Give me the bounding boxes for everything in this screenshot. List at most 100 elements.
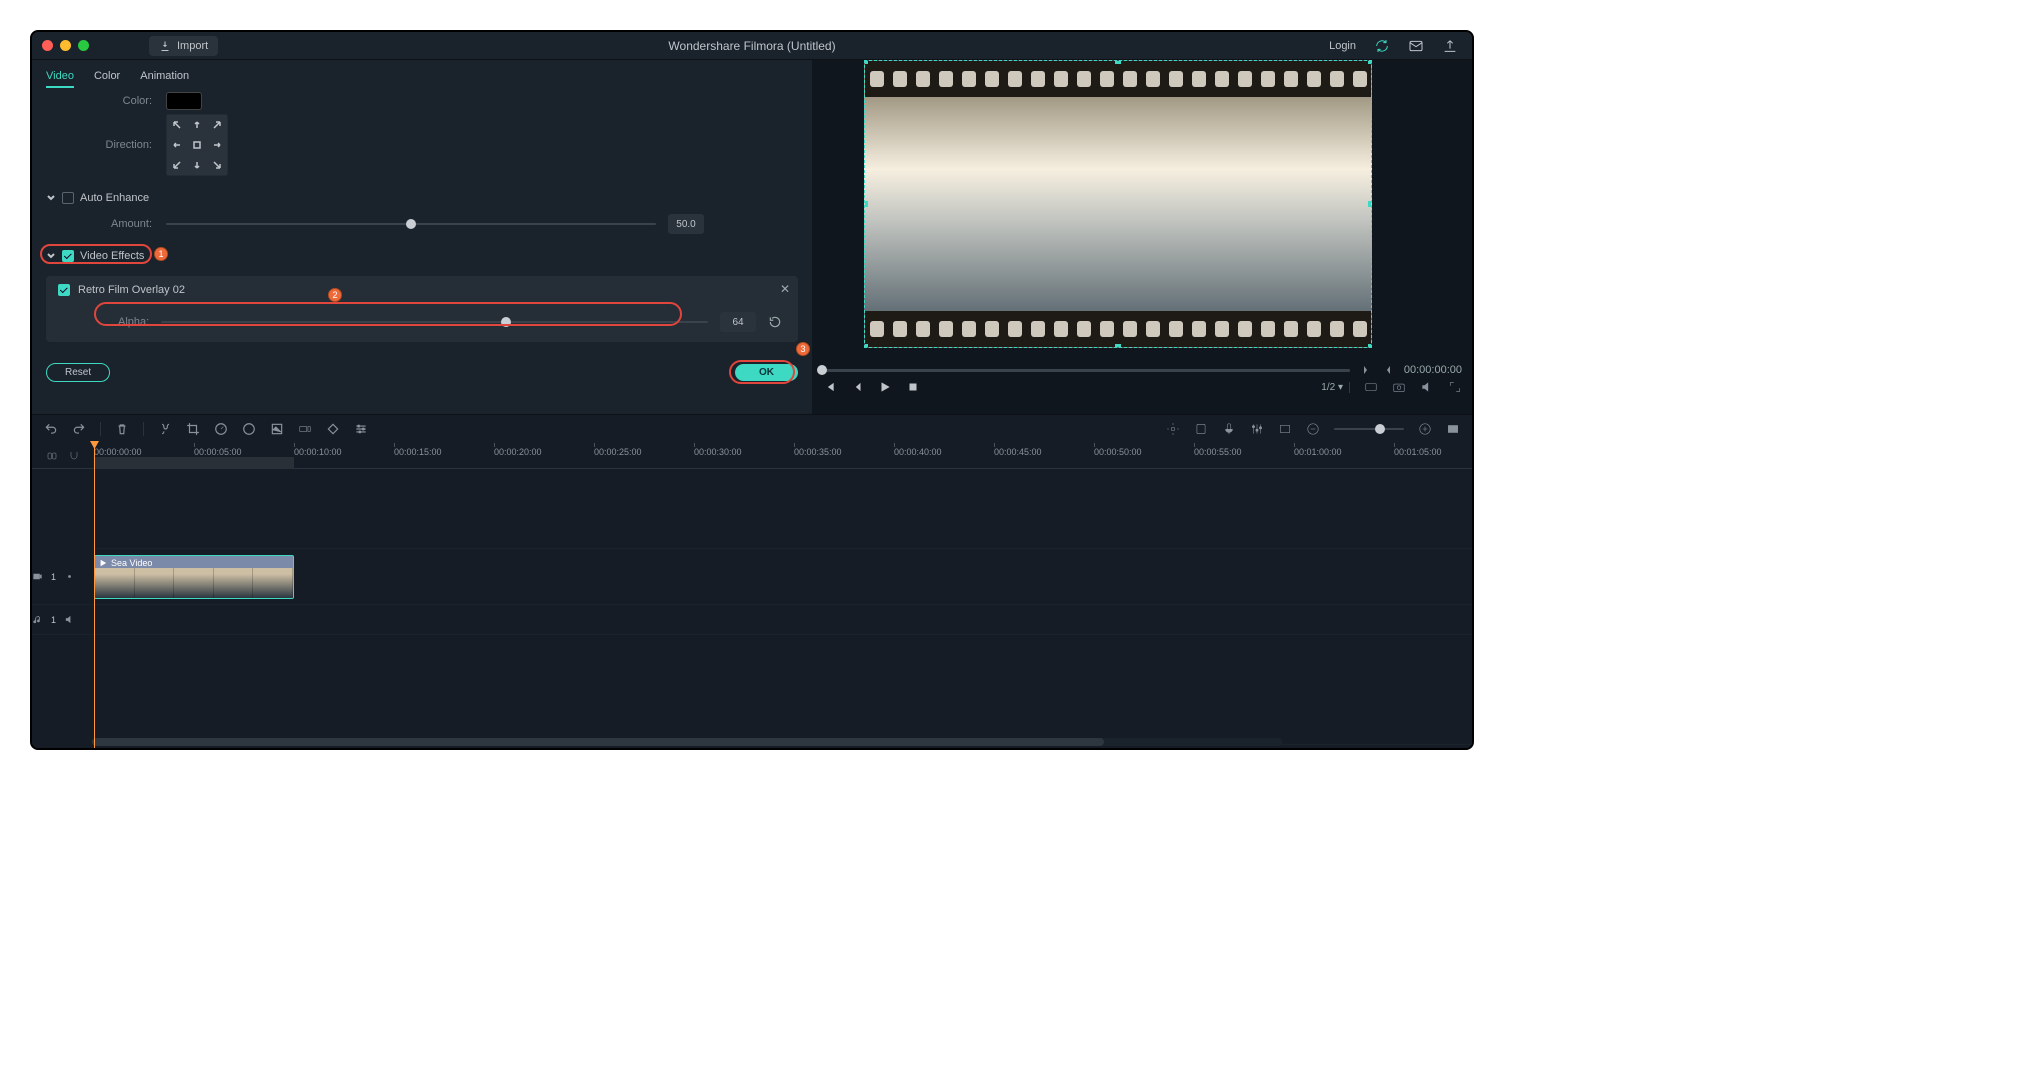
- amount-slider[interactable]: [166, 223, 656, 225]
- ruler-tick: 00:00:45:00: [994, 443, 1042, 457]
- mixer-icon[interactable]: [1250, 422, 1264, 436]
- dir-se[interactable]: [207, 155, 227, 175]
- direction-grid[interactable]: [166, 114, 228, 176]
- track-playhead[interactable]: [94, 469, 95, 748]
- tab-animation[interactable]: Animation: [140, 66, 189, 88]
- timeline-ruler[interactable]: 00:00:00:0000:00:05:0000:00:10:0000:00:1…: [32, 443, 1472, 469]
- ruler-area[interactable]: 00:00:00:0000:00:05:0000:00:10:0000:00:1…: [94, 443, 1472, 468]
- dir-ne[interactable]: [207, 115, 227, 135]
- ok-button[interactable]: OK: [735, 364, 798, 381]
- amount-label: Amount:: [46, 218, 166, 230]
- timeline-scrollbar[interactable]: [92, 738, 1282, 746]
- login-button[interactable]: Login: [1329, 40, 1356, 52]
- reset-alpha-icon[interactable]: [768, 315, 782, 329]
- film-sprocket-top: [865, 61, 1371, 97]
- quality-icon[interactable]: [1364, 380, 1378, 394]
- step-back-icon[interactable]: [822, 380, 836, 394]
- link-icon[interactable]: [46, 450, 58, 462]
- zoom-fit-icon[interactable]: [1446, 422, 1460, 436]
- tab-color[interactable]: Color: [94, 66, 120, 88]
- annotation-badge-3: 3: [796, 342, 810, 356]
- lock-icon[interactable]: [83, 571, 94, 582]
- auto-enhance-checkbox[interactable]: [62, 192, 74, 204]
- preview-timecode: 00:00:00:00: [1404, 364, 1462, 376]
- video-effects-checkbox[interactable]: [62, 250, 74, 262]
- frame-back-icon[interactable]: [850, 380, 864, 394]
- dir-nw[interactable]: [167, 115, 187, 135]
- dir-center[interactable]: [187, 135, 207, 155]
- crop-icon[interactable]: [186, 422, 200, 436]
- snapshot-icon[interactable]: [1392, 380, 1406, 394]
- window-controls: [42, 40, 89, 51]
- amount-value[interactable]: 50.0: [668, 214, 704, 234]
- video-track-head[interactable]: 1: [32, 549, 94, 605]
- fullscreen-icon[interactable]: [1448, 380, 1462, 394]
- play-icon[interactable]: [878, 380, 892, 394]
- undo-icon[interactable]: [44, 422, 58, 436]
- preview-canvas[interactable]: [812, 60, 1472, 360]
- tracks: 1 1 Sea Video: [32, 469, 1472, 748]
- mic-icon[interactable]: [1222, 422, 1236, 436]
- zoom-slider[interactable]: [1334, 428, 1404, 430]
- preview-ratio[interactable]: 1/2 ▾: [1315, 382, 1350, 393]
- dir-s[interactable]: [187, 155, 207, 175]
- effect-checkbox[interactable]: [58, 284, 70, 296]
- track-toggle-icon[interactable]: [1194, 422, 1208, 436]
- lock-icon[interactable]: [83, 614, 94, 625]
- adjust-icon[interactable]: [354, 422, 368, 436]
- redo-icon[interactable]: [72, 422, 86, 436]
- marker-icon[interactable]: [1166, 422, 1180, 436]
- mark-out-icon[interactable]: [1382, 364, 1394, 376]
- color-label: Color:: [46, 95, 166, 107]
- mail-icon[interactable]: [1408, 38, 1424, 54]
- ruler-tick: 00:00:40:00: [894, 443, 942, 457]
- speed-icon[interactable]: [214, 422, 228, 436]
- mark-in-icon[interactable]: [1360, 364, 1372, 376]
- dir-sw[interactable]: [167, 155, 187, 175]
- eye-icon[interactable]: [64, 571, 75, 582]
- alpha-value[interactable]: 64: [720, 312, 756, 332]
- preview-scrubber[interactable]: [822, 369, 1350, 372]
- speaker-icon[interactable]: [64, 614, 75, 625]
- inspector-tabs: Video Color Animation: [32, 60, 812, 88]
- ruler-tick: 00:01:05:00: [1394, 443, 1442, 457]
- dir-n[interactable]: [187, 115, 207, 135]
- zoom-window-icon[interactable]: [78, 40, 89, 51]
- tab-video[interactable]: Video: [46, 66, 74, 88]
- color-icon[interactable]: [242, 422, 256, 436]
- auto-enhance-section: Auto Enhance Amount: 50.0: [46, 186, 798, 234]
- magnet-icon[interactable]: [68, 450, 80, 462]
- minimize-window-icon[interactable]: [60, 40, 71, 51]
- audio-track-head[interactable]: 1: [32, 605, 94, 635]
- keyframe-icon[interactable]: [326, 422, 340, 436]
- ruler-tick: 00:00:15:00: [394, 443, 442, 457]
- greenscreen-icon[interactable]: [270, 422, 284, 436]
- auto-enhance-header[interactable]: Auto Enhance: [46, 186, 798, 210]
- sync-icon[interactable]: [1374, 38, 1390, 54]
- zoom-in-icon[interactable]: [1418, 422, 1432, 436]
- zoom-out-icon[interactable]: [1306, 422, 1320, 436]
- dir-w[interactable]: [167, 135, 187, 155]
- render-icon[interactable]: [1278, 422, 1292, 436]
- alpha-slider[interactable]: [161, 321, 708, 323]
- video-effects-title: Video Effects: [80, 250, 144, 262]
- import-button[interactable]: Import: [149, 36, 218, 56]
- volume-icon[interactable]: [1420, 380, 1434, 394]
- color-swatch[interactable]: [166, 92, 202, 110]
- preview-image[interactable]: [864, 60, 1372, 348]
- detach-icon[interactable]: [298, 422, 312, 436]
- annotation-badge-2: 2: [328, 288, 342, 302]
- audio-track-1[interactable]: [94, 605, 1472, 635]
- dir-e[interactable]: [207, 135, 227, 155]
- remove-effect-button[interactable]: ✕: [780, 282, 790, 296]
- video-track-1[interactable]: Sea Video: [94, 549, 1472, 605]
- ruler-tick: 00:00:35:00: [794, 443, 842, 457]
- preview-right-tools: 1/2 ▾: [1315, 380, 1462, 394]
- split-icon[interactable]: [158, 422, 172, 436]
- delete-icon[interactable]: [115, 422, 129, 436]
- close-window-icon[interactable]: [42, 40, 53, 51]
- stop-icon[interactable]: [906, 380, 920, 394]
- reset-button[interactable]: Reset: [46, 363, 110, 382]
- video-clip[interactable]: Sea Video: [94, 555, 294, 599]
- upload-icon[interactable]: [1442, 38, 1458, 54]
